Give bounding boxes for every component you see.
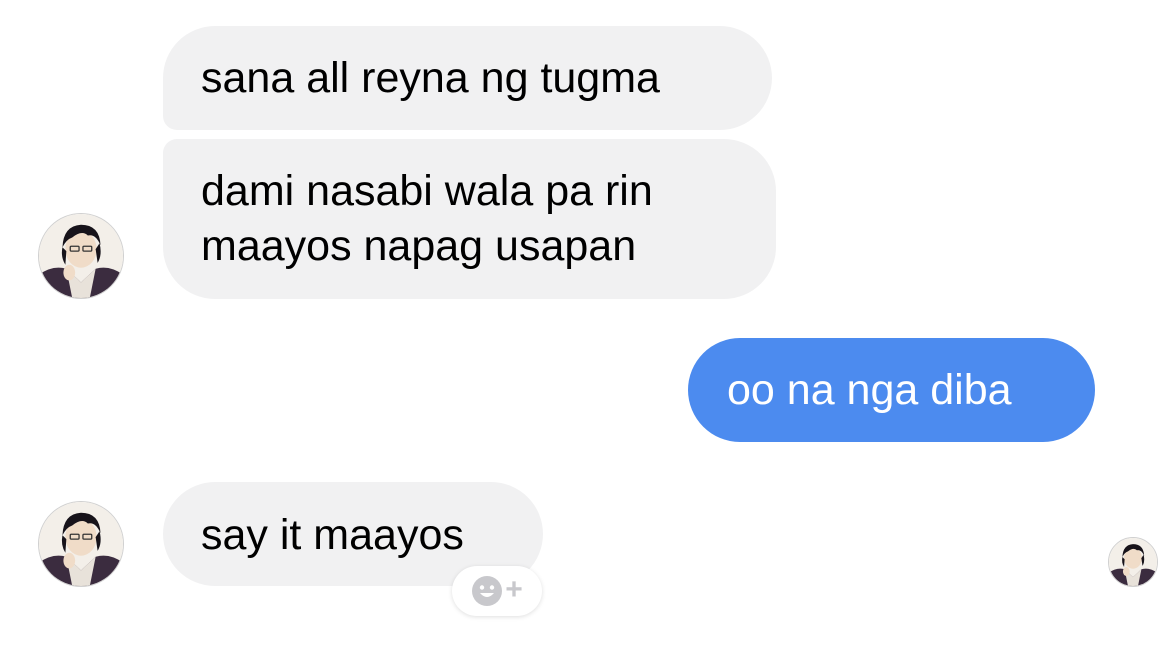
message-text-line: dami nasabi wala pa rin: [201, 167, 653, 215]
plus-icon: +: [505, 573, 523, 606]
sender-avatar[interactable]: [38, 213, 124, 299]
avatar-image: [1109, 538, 1157, 586]
message-text: oo na nga diba: [727, 366, 1012, 414]
smiley-add-icon: [472, 576, 503, 606]
read-receipt-avatar: [1108, 537, 1158, 587]
sender-avatar[interactable]: [38, 501, 124, 587]
message-text: sana all reyna ng tugma: [201, 54, 660, 102]
message-text: say it maayos: [201, 511, 464, 559]
incoming-message-bubble[interactable]: sana all reyna ng tugma: [163, 26, 772, 130]
avatar-image: [39, 502, 123, 586]
avatar-image: [39, 214, 123, 298]
incoming-message-bubble[interactable]: dami nasabi wala pa rin maayos napag usa…: [163, 139, 776, 299]
message-text-line: maayos napag usapan: [201, 222, 637, 270]
add-reaction-button[interactable]: +: [452, 566, 542, 616]
outgoing-message-bubble[interactable]: oo na nga diba: [688, 338, 1095, 442]
